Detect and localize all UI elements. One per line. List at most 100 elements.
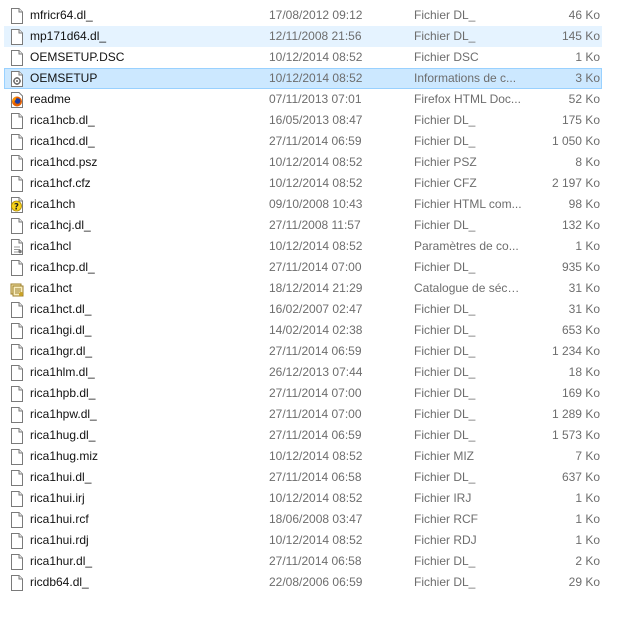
file-size: 29 Ko xyxy=(568,575,600,589)
file-size: 935 Ko xyxy=(561,260,600,274)
file-name: rica1hcf.cfz xyxy=(30,176,91,190)
file-date-modified: 27/11/2008 11:57 xyxy=(269,218,361,232)
file-row[interactable]: mp171d64.dl_ 12/11/2008 21:56 Fichier DL_ 1… xyxy=(4,26,602,47)
file-name: rica1hcb.dl_ xyxy=(30,113,95,127)
file-row[interactable]: rica1hcj.dl_ 27/11/2008 11:57 Fichier DL_ 1… xyxy=(4,215,602,236)
file-type: Fichier DL_ xyxy=(414,260,476,274)
file-size: 637 Ko xyxy=(561,470,600,484)
file-date-modified: 10/12/2014 08:52 xyxy=(269,239,363,253)
file-size: 18 Ko xyxy=(568,365,600,379)
file-row[interactable]: ? rica1hch 09/10/2008 10:43 Fichier HTML co… xyxy=(4,194,602,215)
file-name: rica1hgi.dl_ xyxy=(30,323,92,337)
file-type: Fichier DL_ xyxy=(414,113,476,127)
file-row[interactable]: rica1hui.dl_ 27/11/2014 06:58 Fichier DL_ 6… xyxy=(4,467,602,488)
file-type: Fichier DL_ xyxy=(414,29,476,43)
file-date-modified: 27/11/2014 07:00 xyxy=(269,260,362,274)
file-name: OEMSETUP xyxy=(30,71,98,85)
file-row[interactable]: rica1hct 18/12/2014 21:29 Catalogue de séc… xyxy=(4,278,602,299)
file-size: 653 Ko xyxy=(561,323,600,337)
file-date-modified: 10/12/2014 08:52 xyxy=(269,491,363,505)
file-name: rica1hug.miz xyxy=(30,449,99,463)
file-size: 31 Ko xyxy=(568,302,600,316)
file-icon xyxy=(10,8,24,24)
file-icon xyxy=(10,218,24,234)
file-row[interactable]: mfricr64.dl_ 17/08/2012 09:12 Fichier DL_ 4… xyxy=(4,5,602,26)
file-icon xyxy=(10,302,24,318)
file-row[interactable]: rica1hcb.dl_ 16/05/2013 08:47 Fichier DL_ 1… xyxy=(4,110,602,131)
svg-text:?: ? xyxy=(14,202,19,212)
file-row[interactable]: rica1hui.rdj 10/12/2014 08:52 Fichier RDJ 1… xyxy=(4,530,602,551)
file-type: Firefox HTML Doc... xyxy=(414,92,521,106)
file-row[interactable]: rica1hlm.dl_ 26/12/2013 07:44 Fichier DL_ 1… xyxy=(4,362,602,383)
file-icon xyxy=(10,554,24,570)
file-name: rica1hct xyxy=(30,281,73,295)
file-row[interactable]: rica1hui.irj 10/12/2014 08:52 Fichier IRJ 1… xyxy=(4,488,602,509)
file-row[interactable]: rica1hcf.cfz 10/12/2014 08:52 Fichier CFZ 2… xyxy=(4,173,602,194)
file-size: 1 Ko xyxy=(575,239,600,253)
file-icon xyxy=(10,260,24,276)
file-date-modified: 26/12/2013 07:44 xyxy=(269,365,363,379)
file-size: 1 Ko xyxy=(575,533,600,547)
file-row[interactable]: rica1hug.dl_ 27/11/2014 06:59 Fichier DL_ 1… xyxy=(4,425,602,446)
file-icon xyxy=(10,512,24,528)
file-date-modified: 27/11/2014 06:59 xyxy=(269,344,362,358)
file-row[interactable]: readme 07/11/2013 07:01 Firefox HTML Doc..… xyxy=(4,89,602,110)
file-icon xyxy=(10,344,24,360)
file-size: 175 Ko xyxy=(561,113,600,127)
file-row[interactable]: rica1hpw.dl_ 27/11/2014 07:00 Fichier DL_ 1… xyxy=(4,404,602,425)
file-name: rica1hgr.dl_ xyxy=(30,344,93,358)
file-date-modified: 16/02/2007 02:47 xyxy=(269,302,363,316)
file-type: Fichier DL_ xyxy=(414,575,476,589)
file-row[interactable]: rica1hcp.dl_ 27/11/2014 07:00 Fichier DL_ 9… xyxy=(4,257,602,278)
file-name: rica1hcl xyxy=(30,239,72,253)
file-row[interactable]: rica1hug.miz 10/12/2014 08:52 Fichier MIZ 7… xyxy=(4,446,602,467)
file-name: mp171d64.dl_ xyxy=(30,29,107,43)
file-size: 145 Ko xyxy=(561,29,600,43)
file-date-modified: 10/12/2014 08:52 xyxy=(269,71,363,85)
file-size: 1 050 Ko xyxy=(551,134,600,148)
file-type: Fichier DL_ xyxy=(414,470,476,484)
file-size: 169 Ko xyxy=(561,386,600,400)
file-size: 1 289 Ko xyxy=(551,407,600,421)
file-date-modified: 17/08/2012 09:12 xyxy=(269,8,363,22)
file-icon xyxy=(10,428,24,444)
file-type: Fichier MIZ xyxy=(414,449,474,463)
file-name: rica1hlm.dl_ xyxy=(30,365,95,379)
file-row[interactable]: rica1hct.dl_ 16/02/2007 02:47 Fichier DL_ 3… xyxy=(4,299,602,320)
file-type: Fichier RDJ xyxy=(414,533,477,547)
file-list: mfricr64.dl_ 17/08/2012 09:12 Fichier DL_ 4… xyxy=(0,5,638,593)
file-type: Fichier DL_ xyxy=(414,554,476,568)
file-type: Fichier DL_ xyxy=(414,386,476,400)
file-type: Fichier DL_ xyxy=(414,365,476,379)
file-row[interactable]: rica1hui.rcf 18/06/2008 03:47 Fichier RCF 1… xyxy=(4,509,602,530)
file-icon xyxy=(10,113,24,129)
file-name: rica1hpb.dl_ xyxy=(30,386,96,400)
file-size: 1 Ko xyxy=(575,491,600,505)
file-row[interactable]: OEMSETUP 10/12/2014 08:52 Informations de … xyxy=(4,68,602,89)
file-date-modified: 27/11/2014 06:58 xyxy=(269,554,362,568)
file-row[interactable]: rica1hcl 10/12/2014 08:52 Paramètres de co… xyxy=(4,236,602,257)
file-row[interactable]: rica1hgi.dl_ 14/02/2014 02:38 Fichier DL_ 6… xyxy=(4,320,602,341)
file-name: rica1hcp.dl_ xyxy=(30,260,95,274)
file-row[interactable]: ricdb64.dl_ 22/08/2006 06:59 Fichier DL_ 29… xyxy=(4,572,602,593)
file-row[interactable]: rica1hcd.dl_ 27/11/2014 06:59 Fichier DL_ 1… xyxy=(4,131,602,152)
file-date-modified: 18/06/2008 03:47 xyxy=(269,512,363,526)
file-row[interactable]: rica1hgr.dl_ 27/11/2014 06:59 Fichier DL_ 1… xyxy=(4,341,602,362)
setup-info-icon xyxy=(10,71,24,87)
file-icon xyxy=(10,575,24,591)
file-row[interactable]: OEMSETUP.DSC 10/12/2014 08:52 Fichier DSC 1… xyxy=(4,47,602,68)
file-row[interactable]: rica1hur.dl_ 27/11/2014 06:58 Fichier DL_ 2… xyxy=(4,551,602,572)
file-icon xyxy=(10,470,24,486)
file-name: rica1hpw.dl_ xyxy=(30,407,97,421)
file-row[interactable]: rica1hpb.dl_ 27/11/2014 07:00 Fichier DL_ 1… xyxy=(4,383,602,404)
file-type: Fichier HTML com... xyxy=(414,197,522,211)
file-name: rica1hct.dl_ xyxy=(30,302,92,316)
file-date-modified: 10/12/2014 08:52 xyxy=(269,176,363,190)
file-name: rica1hcj.dl_ xyxy=(30,218,91,232)
file-type: Fichier RCF xyxy=(414,512,479,526)
file-date-modified: 10/12/2014 08:52 xyxy=(269,50,363,64)
file-icon xyxy=(10,407,24,423)
file-row[interactable]: rica1hcd.psz 10/12/2014 08:52 Fichier PSZ 8… xyxy=(4,152,602,173)
file-type: Paramètres de co... xyxy=(414,239,519,253)
file-date-modified: 27/11/2014 06:59 xyxy=(269,428,362,442)
